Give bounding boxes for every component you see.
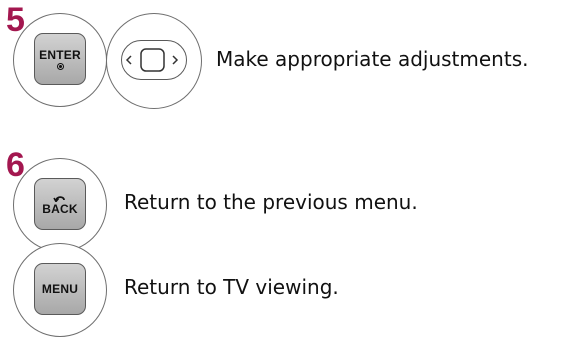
menu-button-label: MENU	[41, 282, 79, 296]
menu-description: Return to TV viewing.	[124, 275, 339, 299]
chevron-left-icon[interactable]	[125, 54, 132, 65]
back-button[interactable]: BACK	[34, 178, 86, 230]
step-5-description: Make appropriate adjustments.	[216, 47, 529, 71]
enter-button[interactable]: ENTER	[34, 33, 86, 85]
step-6-description: Return to the previous menu.	[124, 190, 418, 214]
back-arrow-icon	[53, 195, 65, 202]
enter-button-label: ENTER	[39, 47, 81, 62]
circle-dot-icon	[56, 62, 64, 70]
menu-button[interactable]: MENU	[34, 263, 86, 315]
back-button-label: BACK	[42, 201, 78, 216]
chevron-right-icon[interactable]	[171, 54, 178, 65]
square-icon[interactable]	[139, 47, 165, 72]
navigation-pad[interactable]	[121, 40, 187, 80]
